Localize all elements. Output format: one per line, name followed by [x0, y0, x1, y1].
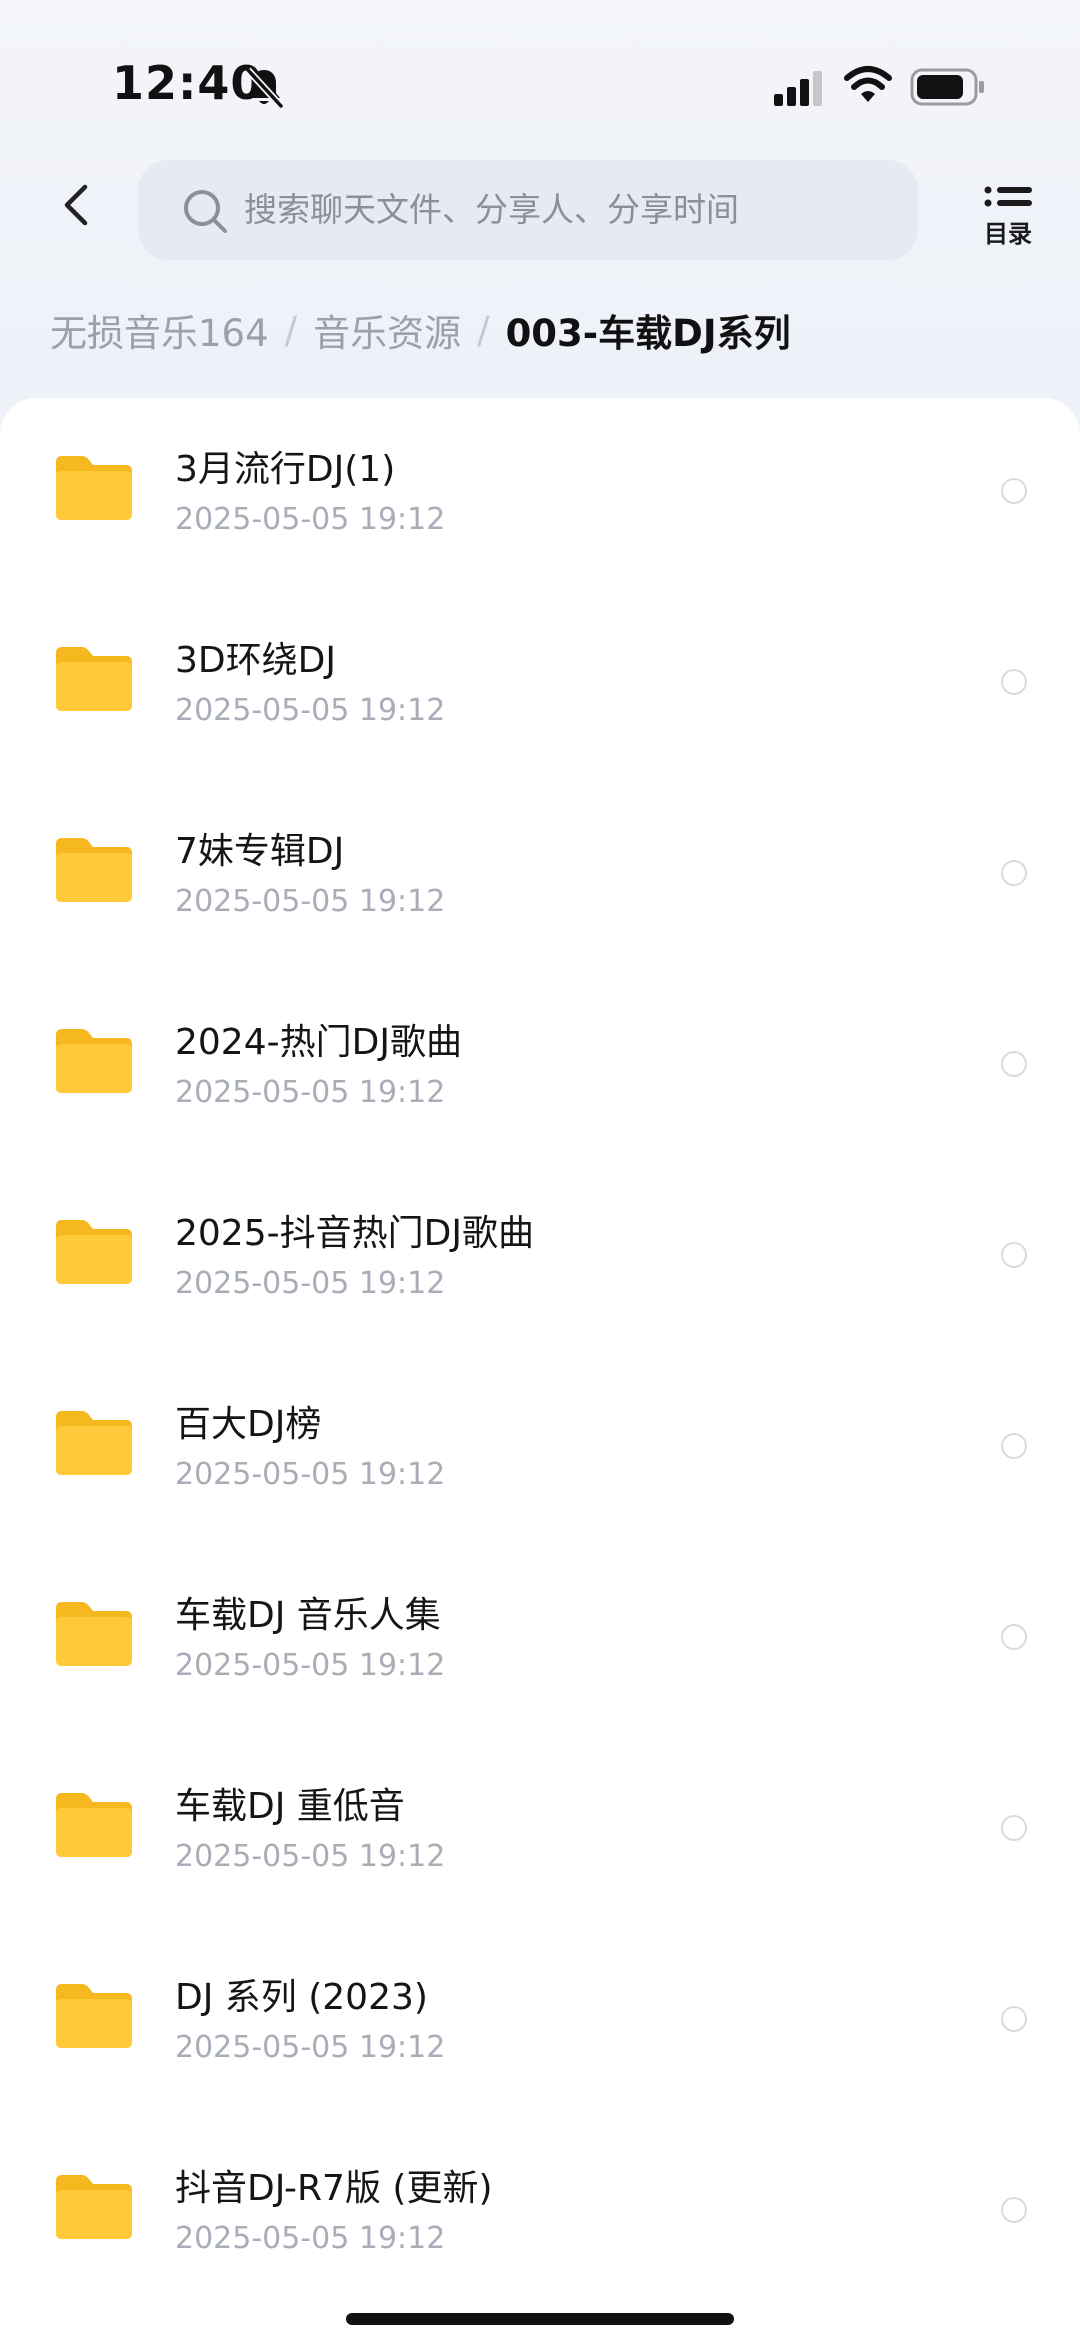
file-row[interactable]: 车载DJ 重低音 2025-05-05 19:12 — [0, 1735, 1080, 1926]
search-input[interactable]: 搜索聊天文件、分享人、分享时间 — [138, 160, 918, 260]
select-radio[interactable] — [1001, 860, 1027, 886]
file-row[interactable]: 2025-抖音热门DJ歌曲 2025-05-05 19:12 — [0, 1162, 1080, 1353]
file-row[interactable]: 7妹专辑DJ 2025-05-05 19:12 — [0, 780, 1080, 971]
file-row[interactable]: 3月流行DJ(1) 2025-05-05 19:12 — [0, 398, 1080, 589]
folder-icon — [56, 838, 132, 902]
cellular-signal-icon — [774, 71, 822, 106]
breadcrumb: 无损音乐164 / 音乐资源 / 003-车载DJ系列 — [50, 300, 791, 360]
folder-icon — [56, 1793, 132, 1857]
status-bar: 12:40 — [0, 0, 1080, 150]
file-name: 2024-热门DJ歌曲 — [175, 1022, 462, 1063]
file-date: 2025-05-05 19:12 — [175, 693, 446, 728]
chevron-left-icon — [64, 184, 88, 226]
file-row[interactable]: 抖音DJ-R7版 (更新) 2025-05-05 19:12 — [0, 2117, 1080, 2308]
breadcrumb-item-root[interactable]: 无损音乐164 — [50, 303, 269, 357]
folder-icon — [56, 1029, 132, 1093]
file-name: 7妹专辑DJ — [175, 831, 345, 872]
folder-icon — [56, 456, 132, 520]
file-date: 2025-05-05 19:12 — [175, 1648, 446, 1683]
file-name: 百大DJ榜 — [175, 1404, 322, 1445]
folder-icon — [56, 1984, 132, 2048]
file-date: 2025-05-05 19:12 — [175, 884, 446, 919]
file-name: 车载DJ 重低音 — [175, 1786, 405, 1827]
file-name: 抖音DJ-R7版 (更新) — [175, 2168, 493, 2209]
status-time: 12:40 — [112, 56, 264, 110]
select-radio[interactable] — [1001, 669, 1027, 695]
file-date: 2025-05-05 19:12 — [175, 502, 446, 537]
folder-icon — [56, 647, 132, 711]
toc-label: 目录 — [984, 220, 1032, 248]
select-radio[interactable] — [1001, 1242, 1027, 1268]
back-button[interactable] — [40, 170, 110, 240]
file-name: 3月流行DJ(1) — [175, 449, 396, 490]
file-list-panel: 3月流行DJ(1) 2025-05-05 19:12 3D环绕DJ 2025-0… — [0, 398, 1080, 2348]
select-radio[interactable] — [1001, 1624, 1027, 1650]
folder-icon — [56, 1602, 132, 1666]
select-radio[interactable] — [1001, 1051, 1027, 1077]
folder-icon — [56, 1220, 132, 1284]
breadcrumb-item-current: 003-车载DJ系列 — [505, 312, 791, 355]
battery-icon — [910, 68, 984, 106]
file-row[interactable]: 3D环绕DJ 2025-05-05 19:12 — [0, 589, 1080, 780]
search-icon — [184, 190, 227, 233]
file-row[interactable]: 车载DJ 音乐人集 2025-05-05 19:12 — [0, 1544, 1080, 1735]
select-radio[interactable] — [1001, 1815, 1027, 1841]
wifi-icon — [844, 66, 892, 102]
file-date: 2025-05-05 19:12 — [175, 1075, 446, 1110]
breadcrumb-separator: / — [477, 308, 490, 352]
file-name: 车载DJ 音乐人集 — [175, 1595, 441, 1636]
file-row[interactable]: DJ 系列 (2023) 2025-05-05 19:12 — [0, 1926, 1080, 2117]
file-name: 3D环绕DJ — [175, 640, 336, 681]
file-date: 2025-05-05 19:12 — [175, 1457, 446, 1492]
bell-slash-icon — [245, 67, 284, 109]
folder-icon — [56, 1411, 132, 1475]
folder-icon — [56, 2175, 132, 2239]
select-radio[interactable] — [1001, 2006, 1027, 2032]
breadcrumb-item-parent[interactable]: 音乐资源 — [313, 303, 461, 357]
select-radio[interactable] — [1001, 1433, 1027, 1459]
select-radio[interactable] — [1001, 2197, 1027, 2223]
home-indicator[interactable] — [346, 2313, 734, 2325]
file-date: 2025-05-05 19:12 — [175, 1839, 446, 1874]
file-row[interactable]: 2024-热门DJ歌曲 2025-05-05 19:12 — [0, 971, 1080, 1162]
file-name: 2025-抖音热门DJ歌曲 — [175, 1213, 534, 1254]
select-radio[interactable] — [1001, 478, 1027, 504]
file-row[interactable]: 百大DJ榜 2025-05-05 19:12 — [0, 1353, 1080, 1544]
file-name: DJ 系列 (2023) — [175, 1977, 428, 2018]
file-date: 2025-05-05 19:12 — [175, 2030, 446, 2065]
file-date: 2025-05-05 19:12 — [175, 2221, 446, 2256]
toc-button[interactable]: 目录 — [968, 178, 1048, 252]
search-placeholder: 搜索聊天文件、分享人、分享时间 — [244, 190, 739, 229]
breadcrumb-separator: / — [284, 308, 298, 352]
file-date: 2025-05-05 19:12 — [175, 1266, 446, 1301]
